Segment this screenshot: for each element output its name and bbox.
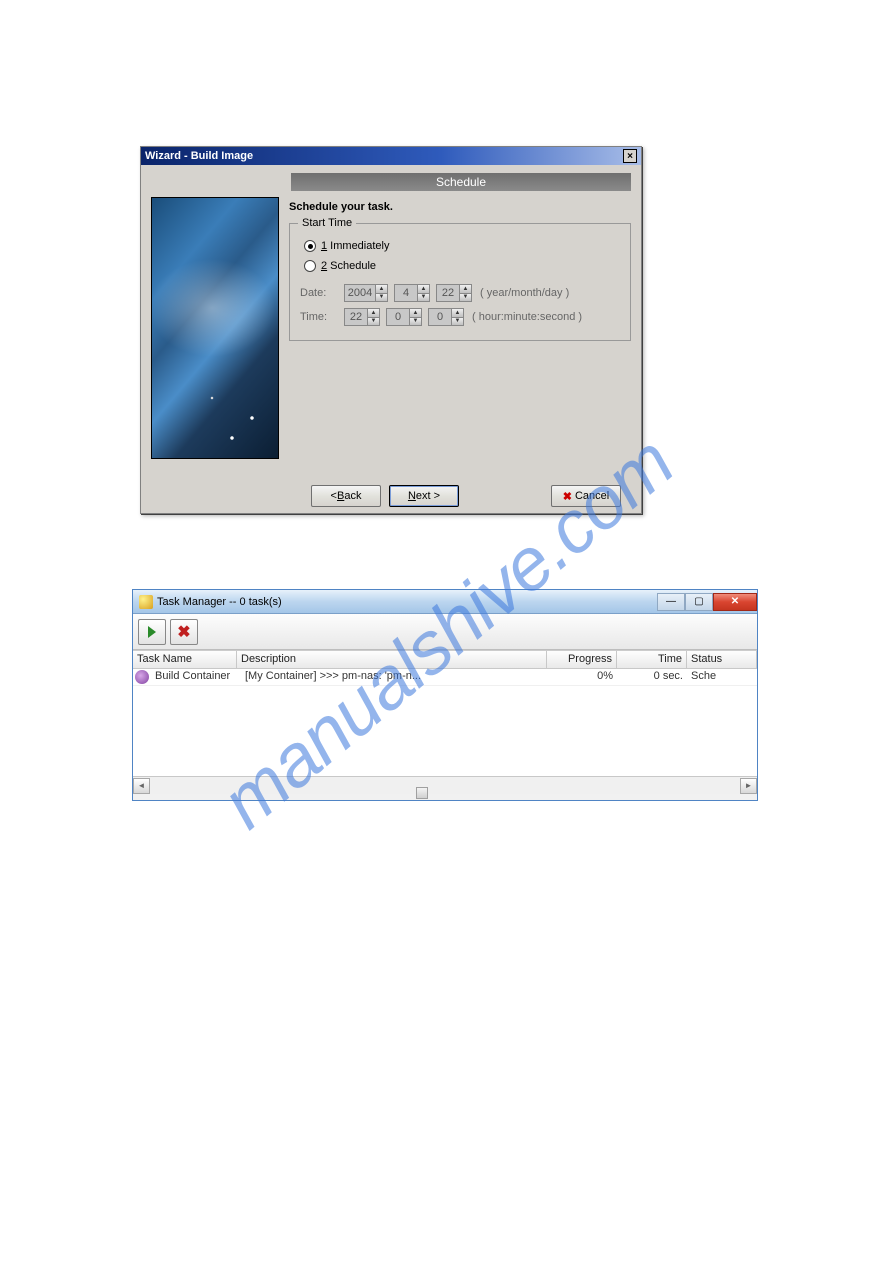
task-manager-window: Task Manager -- 0 task(s) — ▢ ✕ ✖ Task N… (132, 589, 758, 801)
back-accel: B (337, 490, 344, 502)
scroll-right-icon[interactable]: ► (740, 778, 757, 794)
date-label: Date: (300, 287, 338, 299)
hour-spinner[interactable]: ▲▼ (344, 308, 380, 326)
col-status[interactable]: Status (687, 651, 757, 668)
cell-description: [My Container] >>> pm-nas: 'pm-n... (241, 670, 547, 684)
start-time-fieldset: Start Time 1 Immediately 2 Schedule Date… (289, 223, 631, 341)
second-spinner[interactable]: ▲▼ (428, 308, 464, 326)
minute-input[interactable] (387, 309, 409, 325)
wizard-side-image (151, 197, 279, 459)
close-icon[interactable]: × (623, 149, 637, 163)
time-hint: ( hour:minute:second ) (472, 311, 582, 323)
day-input[interactable] (437, 285, 459, 301)
cancel-label: Cancel (575, 490, 609, 502)
task-row[interactable]: Build Container [My Container] >>> pm-na… (133, 669, 757, 686)
scroll-thumb[interactable] (416, 787, 428, 799)
stop-button[interactable]: ✖ (170, 619, 198, 645)
col-description[interactable]: Description (237, 651, 547, 668)
wizard-build-image-window: Wizard - Build Image × Schedule Schedule… (140, 146, 642, 514)
scroll-left-icon[interactable]: ◄ (133, 778, 150, 794)
task-list: Task Name Description Progress Time Stat… (133, 650, 757, 776)
radio-label: Schedule (327, 260, 376, 272)
second-input[interactable] (429, 309, 451, 325)
schedule-banner: Schedule (291, 173, 631, 191)
spin-up-icon[interactable]: ▲ (451, 309, 463, 318)
maximize-icon[interactable]: ▢ (685, 593, 713, 611)
cell-status: Sche (687, 670, 757, 684)
year-input[interactable] (345, 285, 375, 301)
tm-title-text: Task Manager -- 0 task(s) (157, 596, 282, 608)
year-spinner[interactable]: ▲▼ (344, 284, 388, 302)
radio-button-icon[interactable] (304, 240, 316, 252)
cell-time: 0 sec. (617, 670, 687, 684)
spin-down-icon[interactable]: ▼ (459, 294, 471, 302)
spin-up-icon[interactable]: ▲ (375, 285, 387, 294)
next-rest: ext > (416, 490, 440, 502)
minute-spinner[interactable]: ▲▼ (386, 308, 422, 326)
cell-progress: 0% (547, 670, 617, 684)
col-time[interactable]: Time (617, 651, 687, 668)
spin-up-icon[interactable]: ▲ (367, 309, 379, 318)
wizard-title-text: Wizard - Build Image (145, 150, 253, 162)
radio-button-icon[interactable] (304, 260, 316, 272)
month-input[interactable] (395, 285, 417, 301)
next-button[interactable]: Next > (389, 485, 459, 507)
back-rest: ack (344, 490, 361, 502)
time-label: Time: (300, 311, 338, 323)
radio-schedule[interactable]: 2 Schedule (304, 260, 620, 272)
spin-down-icon[interactable]: ▼ (409, 318, 421, 326)
close-icon[interactable]: ✕ (713, 593, 757, 611)
spin-down-icon[interactable]: ▼ (375, 294, 387, 302)
col-task-name[interactable]: Task Name (133, 651, 237, 668)
page-heading: Schedule your task. (289, 201, 631, 213)
tm-toolbar: ✖ (133, 614, 757, 650)
play-icon (148, 626, 156, 638)
day-spinner[interactable]: ▲▼ (436, 284, 472, 302)
spin-up-icon[interactable]: ▲ (409, 309, 421, 318)
date-hint: ( year/month/day ) (480, 287, 569, 299)
cancel-x-icon: ✖ (563, 490, 572, 503)
back-button[interactable]: < Back (311, 485, 381, 507)
wizard-titlebar[interactable]: Wizard - Build Image × (141, 147, 641, 165)
month-spinner[interactable]: ▲▼ (394, 284, 430, 302)
horizontal-scrollbar[interactable]: ◄ ► (133, 776, 757, 794)
col-progress[interactable]: Progress (547, 651, 617, 668)
spin-up-icon[interactable]: ▲ (417, 285, 429, 294)
tm-titlebar[interactable]: Task Manager -- 0 task(s) — ▢ ✕ (133, 590, 757, 614)
spin-down-icon[interactable]: ▼ (451, 318, 463, 326)
hour-input[interactable] (345, 309, 367, 325)
fieldset-legend: Start Time (298, 217, 356, 229)
cell-task-name: Build Container (151, 670, 241, 684)
next-accel: N (408, 490, 416, 502)
stop-icon: ✖ (177, 622, 190, 642)
cancel-button[interactable]: ✖Cancel (551, 485, 621, 507)
radio-immediately[interactable]: 1 Immediately (304, 240, 620, 252)
spin-down-icon[interactable]: ▼ (367, 318, 379, 326)
play-button[interactable] (138, 619, 166, 645)
radio-label: Immediately (327, 240, 389, 252)
task-icon (135, 670, 149, 684)
minimize-icon[interactable]: — (657, 593, 685, 611)
column-headers: Task Name Description Progress Time Stat… (133, 651, 757, 669)
app-icon (139, 595, 153, 609)
spin-down-icon[interactable]: ▼ (417, 294, 429, 302)
spin-up-icon[interactable]: ▲ (459, 285, 471, 294)
